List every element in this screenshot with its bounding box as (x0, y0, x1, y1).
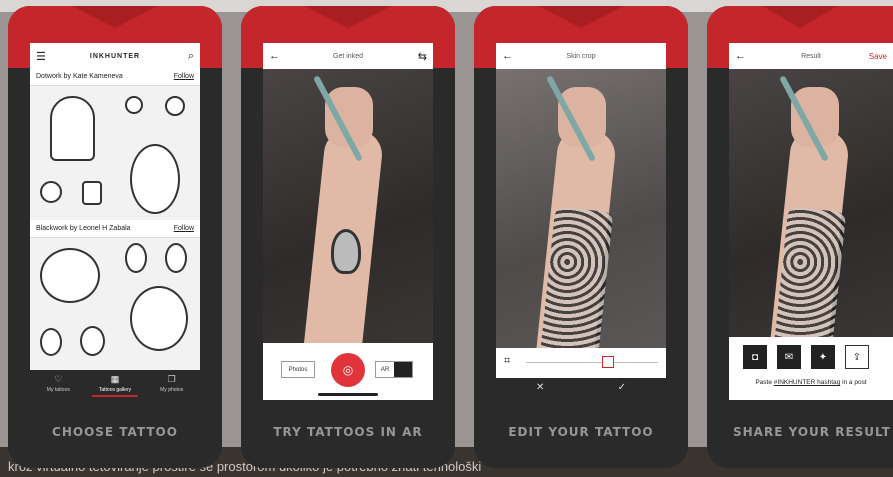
card-caption: SHARE YOUR RESULT (733, 425, 891, 439)
screen-title: Get inked (333, 52, 363, 60)
crop-slider-knob[interactable] (602, 356, 614, 368)
ar-toggle[interactable]: AR (375, 361, 413, 378)
tab-label: Tattoos gallery (98, 387, 132, 393)
home-indicator (318, 393, 378, 396)
bottom-tab-bar: ♡ My tattoos ▦ Tattoos gallery ❐ My phot… (30, 370, 200, 400)
instagram-icon[interactable]: ◘ (743, 345, 767, 369)
dotwork-gallery[interactable] (30, 85, 200, 220)
shutter-button[interactable]: ◎ (331, 353, 365, 387)
save-button[interactable]: Save (869, 52, 887, 61)
camera-preview[interactable] (263, 69, 433, 343)
card-caption: TRY TATTOOS IN AR (273, 425, 423, 439)
share-hint-suffix: in a post (840, 379, 867, 386)
ar-tattoo-overlay[interactable] (331, 229, 361, 274)
share-buttons: ◘ ✉ ✦ ⇪ (743, 345, 869, 369)
card-caption: EDIT YOUR TATTOO (508, 425, 654, 439)
card-choose-tattoo: ☰ INKHUNTER ⌕ Dotwork by Kate Kameneva F… (8, 6, 222, 468)
app-brand: INKHUNTER (89, 52, 141, 60)
share-hint-prefix: Paste (755, 379, 774, 386)
card-try-tattoos-ar: ← Get inked ⇆ Photos ◎ AR TRY TATTOOS IN… (241, 6, 455, 468)
tab-my-photos[interactable]: ❐ My photos (143, 370, 200, 400)
app-header: ☰ INKHUNTER ⌕ (30, 43, 200, 69)
card-caption: CHOOSE TATTOO (52, 425, 178, 439)
share-hint: Paste #INKHUNTER hashtag in a post (729, 379, 893, 386)
tab-my-tattoos[interactable]: ♡ My tattoos (30, 370, 87, 400)
edit-action-bar: ✕ ✓ (496, 378, 666, 400)
crop-icon[interactable]: ⌗ (504, 355, 510, 368)
section-title: Blackwork by Leonel H Zabala (36, 225, 131, 232)
phone-screen: ☰ INKHUNTER ⌕ Dotwork by Kate Kameneva F… (30, 43, 200, 400)
mask-tattoo[interactable] (125, 243, 147, 273)
grid-icon: ▦ (110, 374, 120, 384)
switch-camera-icon[interactable]: ⇆ (418, 50, 427, 63)
photos-button[interactable]: Photos (281, 361, 315, 378)
bulb-tattoo[interactable] (130, 144, 180, 214)
messenger-icon[interactable]: ✉ (777, 345, 801, 369)
back-arrow-icon[interactable]: ← (735, 50, 746, 62)
camera-icon: ◎ (342, 363, 354, 377)
crop-toolbar: ⌗ (496, 348, 666, 378)
search-icon[interactable]: ⌕ (188, 50, 194, 63)
jar-flower-tattoo[interactable] (50, 96, 95, 161)
follow-link[interactable]: Follow (174, 225, 194, 232)
leaf-tattoo[interactable] (40, 181, 62, 203)
feather-tattoo[interactable] (80, 326, 105, 356)
app-header: ← Result Save (729, 43, 893, 69)
result-preview (729, 69, 893, 337)
twitter-icon[interactable]: ✦ (811, 345, 835, 369)
edit-preview[interactable] (496, 69, 666, 348)
phone-screen: ← Result Save ◘ ✉ ✦ ⇪ Paste #INKHUNTER h… (729, 43, 893, 400)
phone-screen: ← Skin crop ⌗ ✕ ✓ (496, 43, 666, 400)
back-arrow-icon[interactable]: ← (502, 50, 513, 62)
dinosaur-tattoo[interactable] (130, 286, 188, 351)
follow-link[interactable]: Follow (174, 73, 194, 80)
phone-screen: ← Get inked ⇆ Photos ◎ AR (263, 43, 433, 400)
photos-icon: ❐ (167, 374, 176, 384)
rose-tattoo[interactable] (165, 243, 187, 273)
ar-toggle-switch (394, 362, 412, 377)
app-header: ← Skin crop (496, 43, 666, 69)
skull-tattoo[interactable] (40, 248, 100, 303)
share-icon[interactable]: ⇪ (845, 345, 869, 369)
tab-label: My tattoos (46, 387, 70, 393)
card-share-result: ← Result Save ◘ ✉ ✦ ⇪ Paste #INKHUNTER h… (707, 6, 893, 468)
share-panel: ◘ ✉ ✦ ⇪ Paste #INKHUNTER hashtag in a po… (729, 337, 893, 400)
tab-label: My photos (160, 387, 184, 393)
rocket-tattoo[interactable] (125, 96, 143, 114)
back-arrow-icon[interactable]: ← (269, 50, 280, 62)
blackwork-gallery[interactable] (30, 237, 200, 372)
app-header: ← Get inked ⇆ (263, 43, 433, 69)
card-edit-tattoo: ← Skin crop ⌗ ✕ ✓ EDIT YOUR TATTOO (474, 6, 688, 468)
screen-title: Skin crop (566, 52, 596, 60)
crystal-tattoo[interactable] (82, 181, 102, 205)
share-hashtag: #INKHUNTER hashtag (773, 379, 841, 386)
confirm-icon[interactable]: ✓ (618, 382, 626, 393)
section-title: Dotwork by Kate Kameneva (36, 73, 123, 80)
camera-controls: Photos ◎ AR (263, 343, 433, 400)
moon-tattoo[interactable] (165, 96, 185, 116)
crop-slider-track[interactable] (526, 362, 658, 363)
heart-icon: ♡ (54, 374, 63, 384)
menu-icon[interactable]: ☰ (36, 50, 46, 63)
tab-tattoos-gallery[interactable]: ▦ Tattoos gallery (87, 370, 144, 400)
flower-tattoo[interactable] (40, 328, 62, 356)
ar-label: AR (380, 366, 390, 373)
cancel-icon[interactable]: ✕ (536, 382, 544, 393)
